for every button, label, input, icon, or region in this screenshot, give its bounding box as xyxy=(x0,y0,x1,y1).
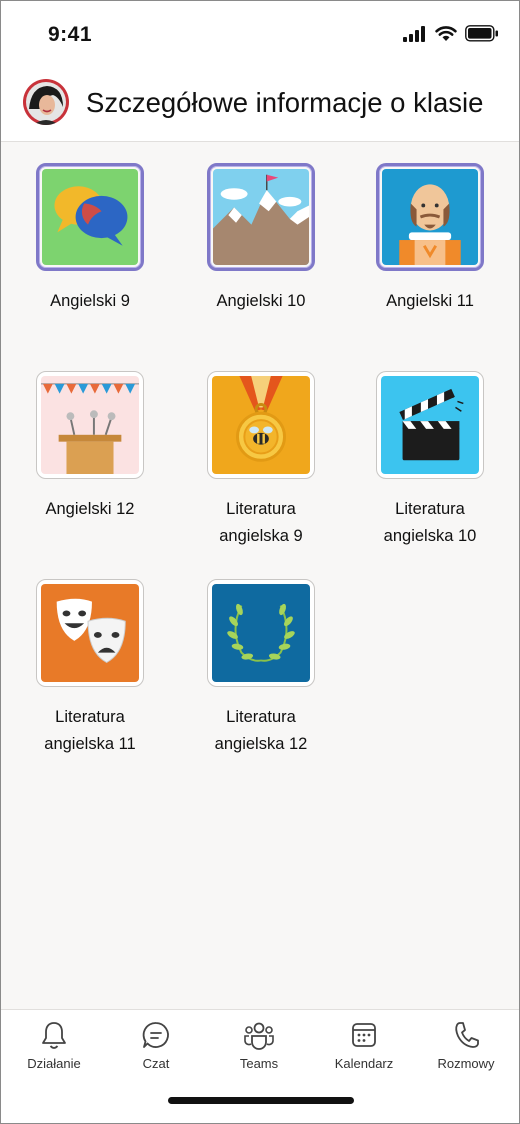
shakespeare-icon xyxy=(382,169,478,265)
class-name-line1: Literatura xyxy=(395,500,465,518)
class-name-line2: angielska 10 xyxy=(383,527,477,545)
battery-icon xyxy=(465,25,498,42)
class-name: Angielski 10 xyxy=(216,292,306,310)
class-name-line2: angielska 11 xyxy=(44,735,136,753)
wifi-icon xyxy=(435,25,457,41)
class-name-line2: angielska 12 xyxy=(214,735,308,753)
speech-bubbles-icon xyxy=(42,169,138,265)
class-thumbnail[interactable] xyxy=(36,163,144,271)
class-thumbnail[interactable] xyxy=(36,579,144,687)
class-name: Angielski 12 xyxy=(45,500,135,518)
class-thumbnail[interactable] xyxy=(376,371,484,479)
class-name: Literatura angielska 9 xyxy=(181,496,341,550)
status-icons xyxy=(403,25,499,42)
podium-icon xyxy=(41,376,139,474)
class-tile[interactable]: Literatura angielska 12 xyxy=(181,579,341,758)
page-header: Szczegółowe informacje o klasie xyxy=(1,69,519,142)
class-name: Literatura angielska 11 xyxy=(10,704,170,758)
class-name: Literatura angielska 10 xyxy=(350,496,510,550)
class-tile[interactable]: Angielski 9 xyxy=(10,163,170,315)
class-name-line1: Literatura xyxy=(55,708,125,726)
page-title: Szczegółowe informacje o klasie xyxy=(86,87,484,118)
laurel-wreath-icon xyxy=(212,584,310,682)
nav-item-czat[interactable]: Czat xyxy=(111,1020,201,1071)
class-name: Angielski 9 xyxy=(50,292,130,310)
nav-item-kalendarz[interactable]: Kalendarz xyxy=(319,1020,409,1071)
nav-label: Rozmowy xyxy=(437,1056,495,1071)
signal-icon xyxy=(403,25,425,42)
class-name: Literatura angielska 12 xyxy=(181,704,341,758)
nav-label: Czat xyxy=(142,1056,170,1071)
avatar[interactable] xyxy=(23,79,69,125)
theater-masks-icon xyxy=(41,584,139,682)
home-indicator[interactable] xyxy=(168,1097,354,1104)
class-tile[interactable]: Angielski 10 xyxy=(181,163,341,315)
nav-item-rozmowy[interactable]: Rozmowy xyxy=(421,1020,511,1071)
class-name-line2: angielska 9 xyxy=(219,527,303,545)
app-frame: 9:41 Szczegółowe informacje o klasie Ang… xyxy=(0,0,520,1124)
clapperboard-icon xyxy=(381,376,479,474)
class-tile[interactable]: Literatura angielska 9 xyxy=(181,371,341,550)
status-bar: 9:41 xyxy=(1,1,519,69)
nav-label: Kalendarz xyxy=(334,1056,394,1071)
chat-icon xyxy=(142,1022,169,1048)
class-tile[interactable]: Angielski 12 xyxy=(10,371,170,523)
class-thumbnail[interactable] xyxy=(207,579,315,687)
bottom-nav: Działanie Czat Teams Kalendarz Rozmowy xyxy=(1,1009,519,1123)
class-thumbnail[interactable] xyxy=(207,371,315,479)
class-name-line1: Literatura xyxy=(226,708,296,726)
class-tile[interactable]: Literatura angielska 11 xyxy=(10,579,170,758)
class-tile[interactable]: Literatura angielska 10 xyxy=(350,371,510,550)
medal-bee-icon xyxy=(212,376,310,474)
status-time: 9:41 xyxy=(48,23,93,46)
nav-label: Działanie xyxy=(27,1056,81,1071)
class-thumbnail[interactable] xyxy=(207,163,315,271)
bell-icon xyxy=(42,1022,66,1049)
class-tile[interactable]: Angielski 11 xyxy=(350,163,510,315)
teams-icon xyxy=(244,1022,274,1050)
class-thumbnail[interactable] xyxy=(376,163,484,271)
class-thumbnail[interactable] xyxy=(36,371,144,479)
class-name: Angielski 11 xyxy=(386,292,474,310)
mountain-flag-icon xyxy=(213,169,309,265)
phone-icon xyxy=(455,1022,479,1048)
nav-item-teams[interactable]: Teams xyxy=(214,1020,304,1071)
class-name-line1: Literatura xyxy=(226,500,296,518)
nav-label: Teams xyxy=(239,1056,279,1071)
nav-item-dzialanie[interactable]: Działanie xyxy=(9,1020,99,1071)
calendar-icon xyxy=(352,1023,376,1047)
